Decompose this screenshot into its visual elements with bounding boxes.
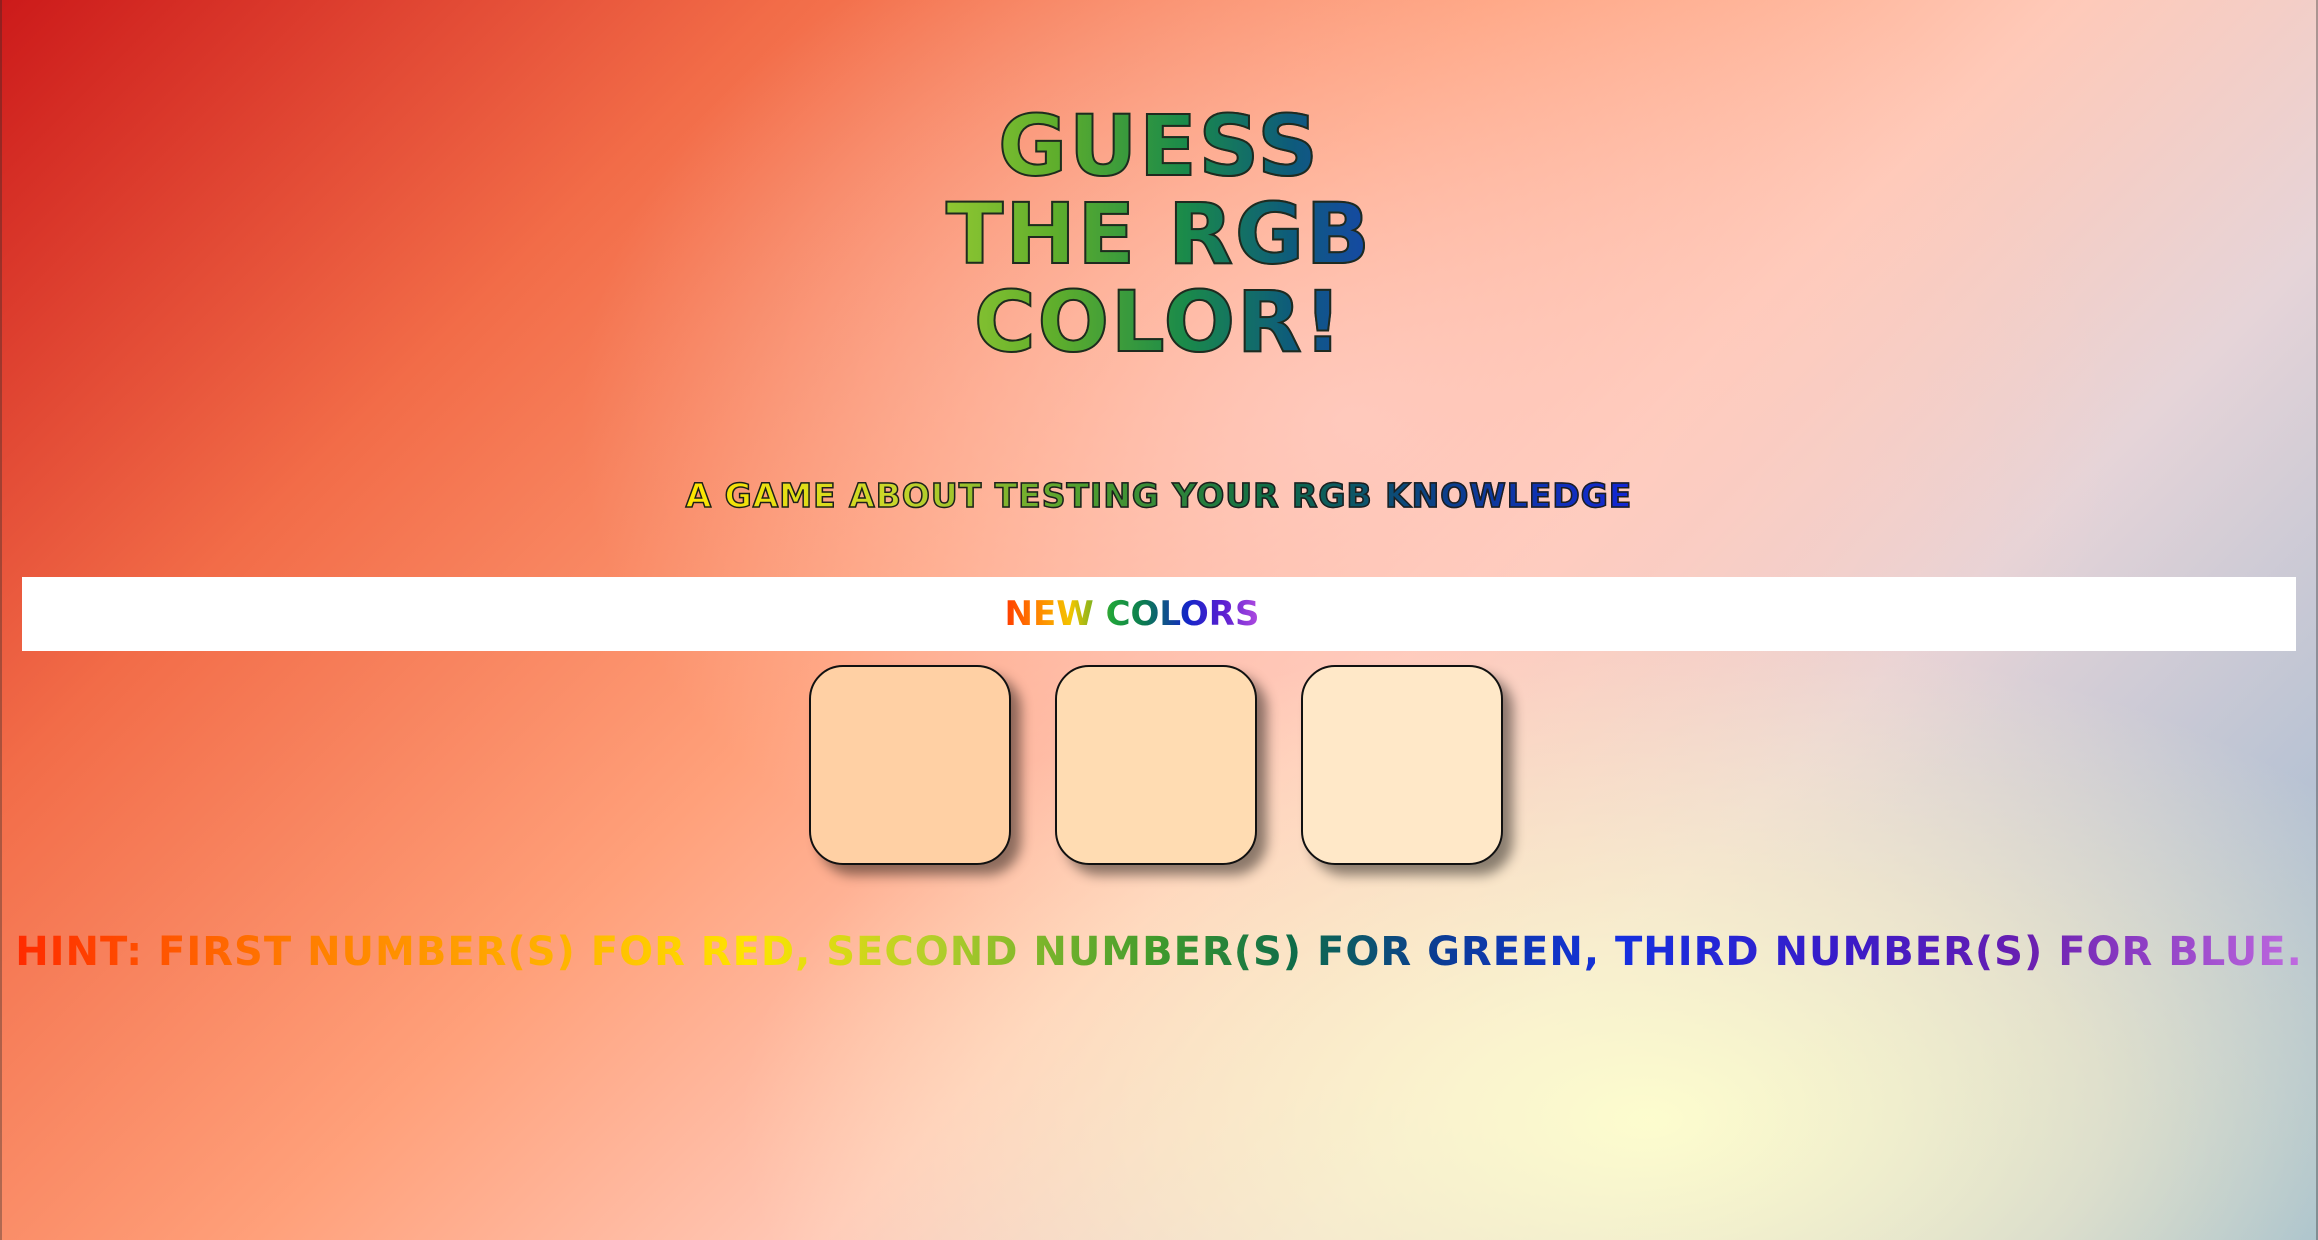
color-tile-2[interactable] [1055,665,1257,865]
new-colors-button[interactable]: NEW COLORS [982,591,1282,637]
color-tiles [809,665,1509,867]
color-tile-1[interactable] [809,665,1011,865]
hint-text: HINT: FIRST NUMBER(S) FOR RED, SECOND NU… [0,924,2318,980]
control-bar: NEW COLORS [22,577,2296,651]
page-subtitle: A GAME ABOUT TESTING YOUR RGB KNOWLEDGE [0,475,2318,516]
page-title-text: GUESS THE RGB COLOR! [899,101,1419,367]
color-tile-3[interactable] [1301,665,1503,865]
new-colors-label: NEW COLORS [1004,594,1260,634]
hint-text-content: HINT: FIRST NUMBER(S) FOR RED, SECOND NU… [15,924,2303,980]
page-subtitle-text: A GAME ABOUT TESTING YOUR RGB KNOWLEDGE [685,475,1633,516]
page-title: GUESS THE RGB COLOR! [0,101,2318,367]
